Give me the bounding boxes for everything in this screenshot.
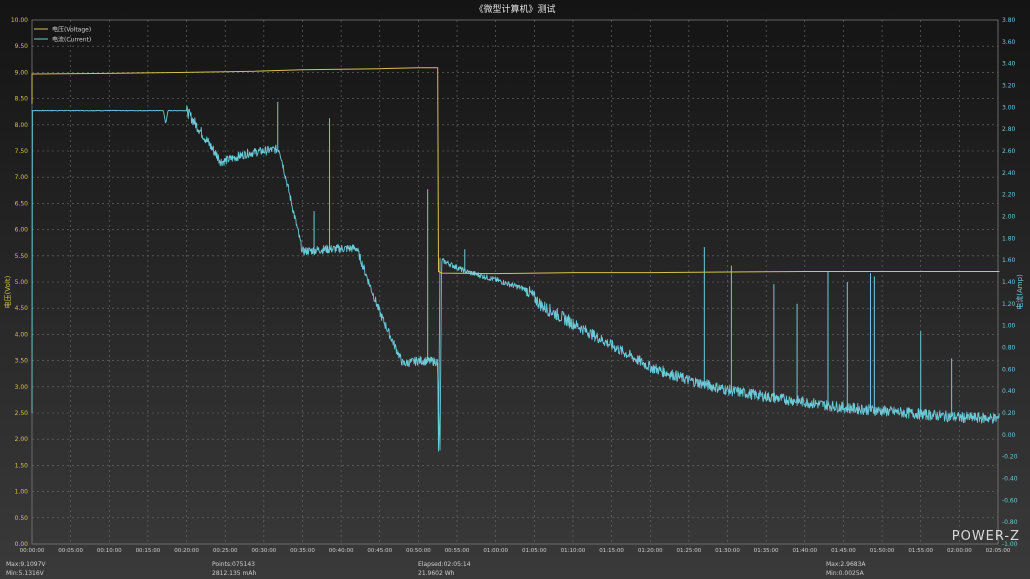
y-tick-label: 7.00: [15, 174, 29, 181]
x-tick-label: 01:30:00: [715, 548, 740, 554]
x-tick-label: 01:45:00: [831, 548, 856, 554]
x-tick-label: 00:20:00: [174, 548, 199, 554]
legend-voltage-label: 电压(Voltage): [52, 26, 91, 34]
x-tick-label: 00:55:00: [445, 548, 470, 554]
y-tick-label: 1.00: [15, 489, 29, 496]
y2-tick-label: 3.00: [1002, 104, 1016, 111]
y-tick-label: 2.50: [15, 410, 29, 417]
y2-tick-label: 2.40: [1002, 170, 1016, 177]
x-tick-label: 01:25:00: [677, 548, 702, 554]
y2-tick-label: 0.40: [1002, 388, 1016, 395]
y2-tick-label: 3.40: [1002, 61, 1016, 68]
stat-elapsed: Elapsed:02:05:14: [418, 561, 471, 568]
x-tick-label: 00:05:00: [58, 548, 83, 554]
y-tick-label: 3.50: [15, 358, 29, 365]
y-tick-label: 4.00: [15, 331, 29, 338]
y-tick-label: 7.50: [15, 148, 29, 155]
x-tick-label: 00:00:00: [20, 548, 45, 554]
y-tick-label: 9.00: [15, 69, 29, 76]
brand-logo: POWER-Z: [951, 529, 1020, 544]
y-tick-label: 2.00: [15, 436, 29, 443]
y2-tick-label: 2.80: [1002, 126, 1016, 133]
x-tick-label: 01:50:00: [870, 548, 895, 554]
y-tick-label: 0.00: [15, 541, 29, 548]
y2-tick-label: 3.80: [1002, 17, 1016, 24]
x-tick-label: 01:20:00: [638, 548, 663, 554]
y2-tick-label: 0.00: [1002, 432, 1016, 439]
y-tick-label: 4.50: [15, 305, 29, 312]
y2-tick-label: 3.20: [1002, 83, 1016, 90]
x-tick-label: 02:05:00: [986, 548, 1011, 554]
x-tick-label: 01:40:00: [792, 548, 817, 554]
x-tick-label: 02:00:00: [947, 548, 972, 554]
y2-tick-label: -0.20: [1002, 454, 1018, 461]
stat-max-voltage: Max:9.1097V: [6, 561, 46, 568]
y-tick-label: 6.00: [15, 227, 29, 234]
y2-tick-label: 3.60: [1002, 39, 1016, 46]
x-tick-label: 01:15:00: [599, 548, 624, 554]
stat-max-current: Max:2.9683A: [826, 561, 866, 568]
y-tick-label: 3.00: [15, 384, 29, 391]
y-tick-label: 5.00: [15, 279, 29, 286]
y2-tick-label: 0.20: [1002, 410, 1016, 417]
y-tick-label: 1.50: [15, 462, 29, 469]
y-tick-label: 10.00: [11, 17, 28, 24]
y2-tick-label: 1.40: [1002, 279, 1016, 286]
y2-tick-label: 0.80: [1002, 345, 1016, 352]
chart-background: [0, 0, 1030, 579]
y-axis-label: 电压(Volt): [3, 275, 12, 308]
legend-current-label: 电流(Current): [52, 36, 91, 44]
y-tick-label: 6.50: [15, 200, 29, 207]
x-tick-label: 00:30:00: [251, 548, 276, 554]
x-tick-label: 00:35:00: [290, 548, 315, 554]
y2-tick-label: 1.20: [1002, 301, 1016, 308]
x-tick-label: 01:35:00: [754, 548, 779, 554]
x-tick-label: 00:50:00: [406, 548, 431, 554]
x-tick-label: 01:55:00: [908, 548, 933, 554]
y2-tick-label: 1.60: [1002, 257, 1016, 264]
y-tick-label: 8.00: [15, 122, 29, 129]
y-tick-label: 5.50: [15, 253, 29, 260]
y2-tick-label: 2.20: [1002, 192, 1016, 199]
stat-points: Points:075143: [212, 561, 255, 568]
x-tick-label: 00:40:00: [329, 548, 354, 554]
stat-min-current: Min:0.0025A: [826, 570, 864, 577]
y-tick-label: 8.50: [15, 96, 29, 103]
chart-title: 《微型计算机》测试: [474, 3, 555, 15]
y2-tick-label: 2.00: [1002, 214, 1016, 221]
y2-tick-label: 1.00: [1002, 323, 1016, 330]
y2-tick-label: 2.60: [1002, 148, 1016, 155]
y2-tick-label: -0.80: [1002, 519, 1018, 526]
x-tick-label: 00:10:00: [97, 548, 122, 554]
y2-axis-label: 电流(Amp): [1015, 274, 1024, 310]
x-tick-label: 01:10:00: [561, 548, 586, 554]
x-tick-label: 01:05:00: [522, 548, 547, 554]
stat-capacity: 2812.135 mAh: [212, 570, 257, 577]
power-chart: 《微型计算机》测试 0.00 0.50 1.00 1.50 2.00 2.50 3.00 3.…: [0, 0, 1030, 579]
stat-energy: 21.9602 Wh: [418, 570, 455, 577]
y2-tick-label: 0.60: [1002, 366, 1016, 373]
y2-tick-label: -0.60: [1002, 497, 1018, 504]
x-tick-label: 01:00:00: [483, 548, 508, 554]
stats-footer: Max:9.1097V Min:5.1316V Points:075143 28…: [0, 558, 1030, 579]
y-tick-label: 9.50: [15, 43, 29, 50]
y-tick-label: 0.50: [15, 515, 29, 522]
x-tick-label: 00:25:00: [213, 548, 238, 554]
y2-tick-label: -0.40: [1002, 476, 1018, 483]
x-tick-label: 00:45:00: [367, 548, 392, 554]
y2-tick-label: 1.80: [1002, 235, 1016, 242]
stat-min-voltage: Min:5.1316V: [6, 570, 44, 577]
x-tick-label: 00:15:00: [136, 548, 161, 554]
